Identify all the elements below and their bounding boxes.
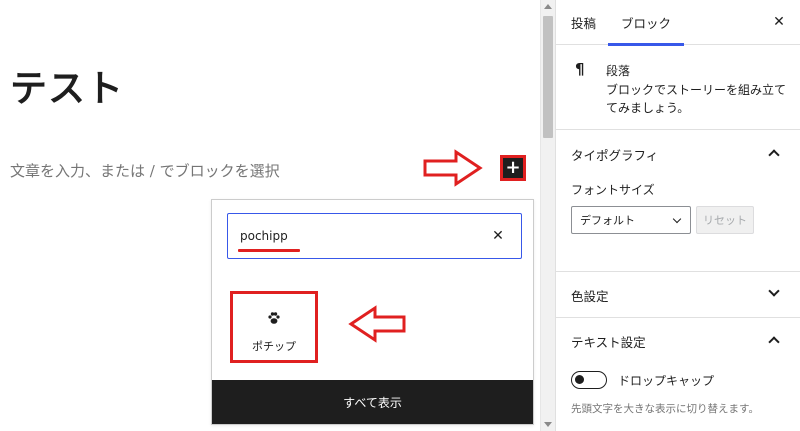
sidebar-tabs: 投稿 ブロック ✕ — [556, 0, 800, 46]
paw-icon — [268, 312, 280, 324]
panel-typography-toggle[interactable]: タイポグラフィ — [556, 131, 800, 175]
block-result-pochipp[interactable]: ポチップ — [230, 291, 318, 363]
panel-text-settings-toggle[interactable]: テキスト設定 — [556, 318, 800, 362]
plus-icon: + — [505, 156, 521, 178]
drop-cap-help: 先頭文字を大きな表示に切り替えます。 — [571, 403, 759, 415]
chevron-up-icon — [768, 149, 780, 161]
editor-scrollbar[interactable] — [540, 0, 555, 431]
block-result-label: ポチップ — [252, 340, 296, 353]
reset-button[interactable]: リセット — [696, 206, 754, 234]
post-title[interactable]: テスト — [10, 58, 124, 112]
panel-title: テキスト設定 — [571, 335, 646, 350]
paragraph-placeholder[interactable]: 文章を入力、または / でブロックを選択 — [10, 160, 280, 181]
tab-post[interactable]: 投稿 — [571, 0, 596, 45]
block-inserter-button[interactable]: + — [500, 155, 526, 181]
browse-all-button[interactable]: すべて表示 — [212, 380, 533, 424]
annotation-underline — [238, 249, 300, 252]
scroll-up-icon[interactable] — [544, 4, 552, 9]
chevron-down-icon — [672, 214, 682, 224]
block-search-box: ✕ — [227, 213, 522, 259]
tab-block[interactable]: ブロック — [608, 0, 684, 46]
scrollbar-thumb[interactable] — [543, 16, 553, 138]
chevron-down-icon — [768, 285, 780, 297]
settings-sidebar: 投稿 ブロック ✕ ¶ 段落 ブロックでストーリーを組み立ててみましょう。 タイ… — [555, 0, 800, 431]
drop-cap-toggle[interactable] — [571, 371, 607, 389]
close-icon[interactable]: ✕ — [488, 226, 508, 246]
font-size-label: フォントサイズ — [571, 183, 655, 197]
chevron-up-icon — [768, 336, 780, 348]
paragraph-icon: ¶ — [575, 60, 585, 78]
drop-cap-label: ドロップキャップ — [618, 374, 715, 388]
toggle-knob — [575, 375, 584, 384]
block-card-description: ブロックでストーリーを組み立ててみましょう。 — [606, 83, 787, 115]
quick-inserter-popover: ✕ ポチップ すべて表示 — [211, 199, 534, 425]
panel-color-toggle[interactable]: 色設定 — [556, 272, 800, 316]
panel-title: タイポグラフィ — [571, 148, 659, 163]
scroll-down-icon[interactable] — [544, 422, 552, 427]
font-size-select-value: デフォルト — [580, 214, 635, 227]
close-icon[interactable]: ✕ — [770, 13, 788, 31]
block-search-input[interactable] — [240, 226, 470, 246]
block-card: ¶ 段落 ブロックでストーリーを組み立ててみましょう。 — [556, 46, 800, 130]
font-size-select[interactable]: デフォルト — [571, 206, 691, 234]
block-card-title: 段落 — [606, 64, 631, 78]
annotation-arrow-right-icon — [423, 149, 483, 187]
annotation-arrow-left-icon — [348, 305, 406, 343]
editor-canvas: テスト 文章を入力、または / でブロックを選択 + ✕ ポチップ すべて表 — [0, 0, 540, 431]
panel-title: 色設定 — [571, 289, 609, 304]
